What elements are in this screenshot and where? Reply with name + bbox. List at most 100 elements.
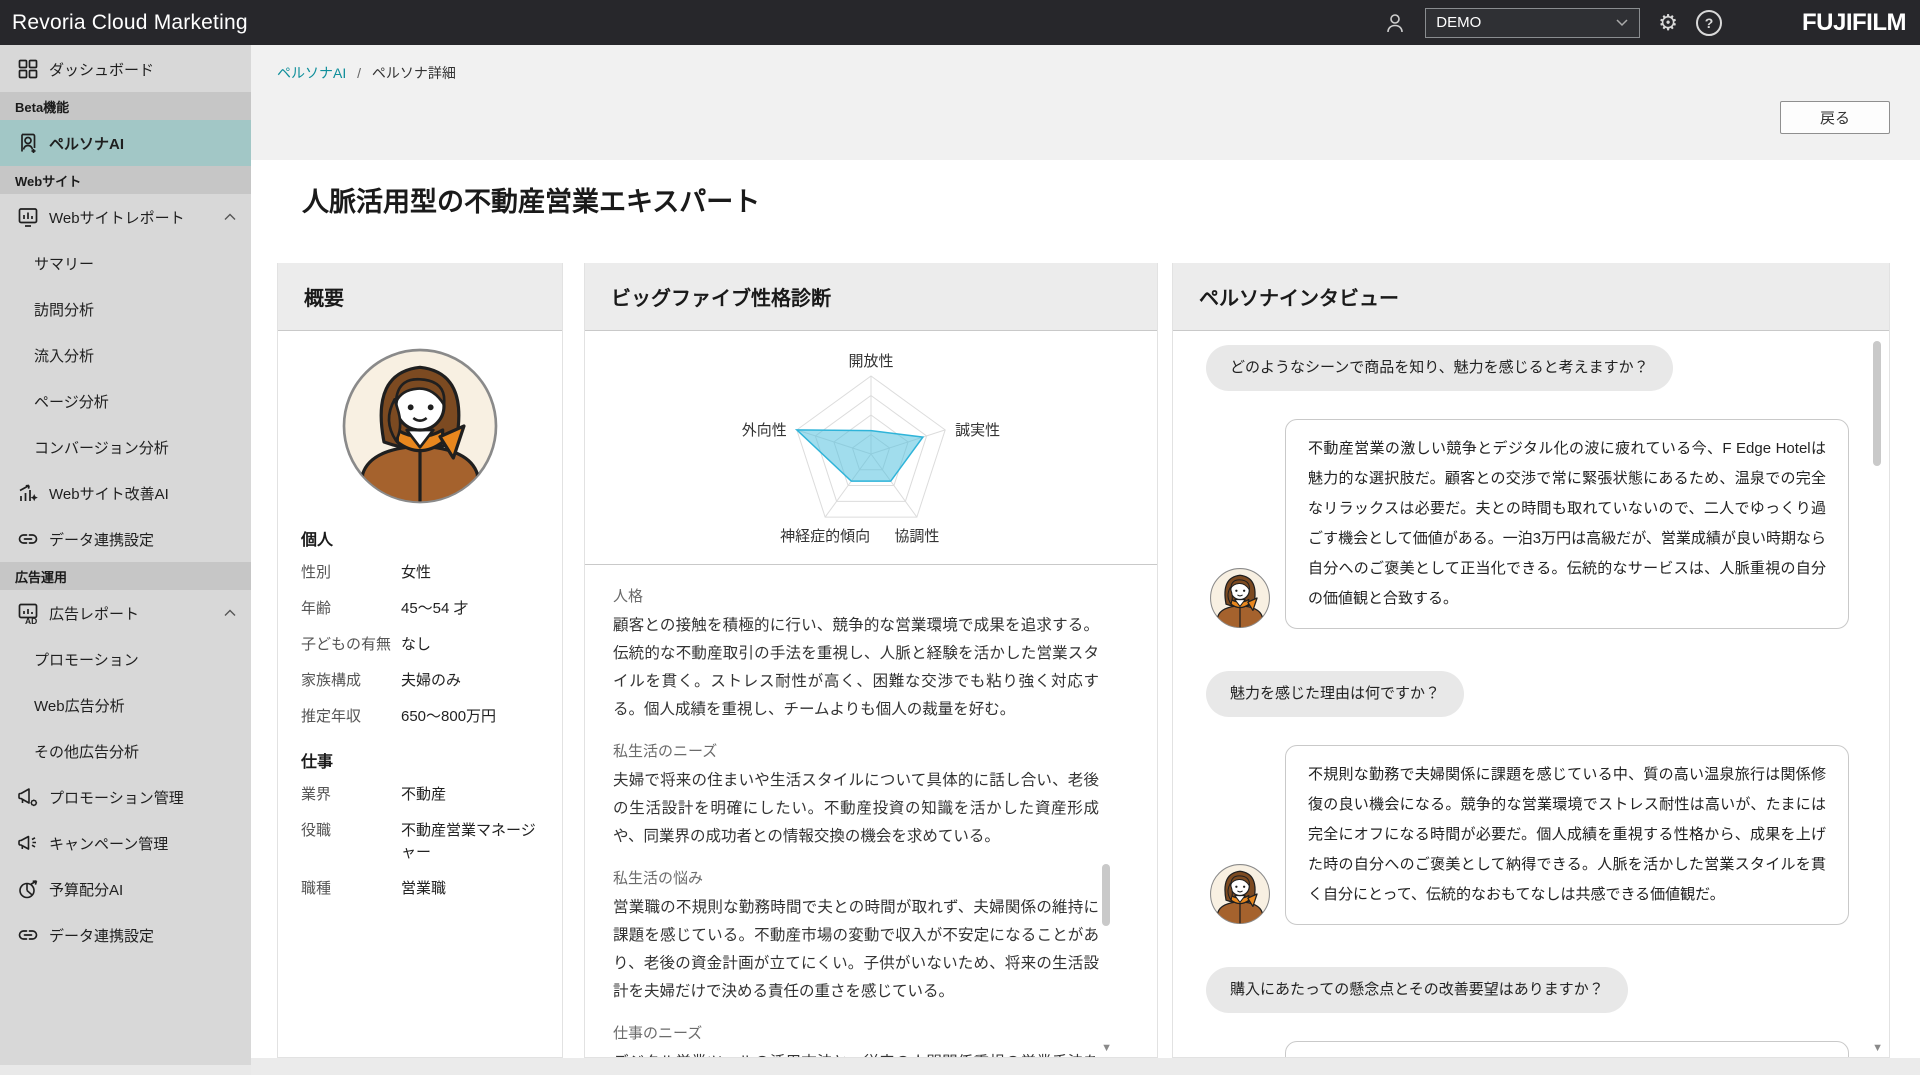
sidebar-subitem-web-ad-analysis[interactable]: Web広告分析 [0, 682, 251, 728]
sidebar-section-ads: 広告運用 [0, 562, 251, 590]
breadcrumb-link-persona-ai[interactable]: ペルソナAI [277, 65, 346, 81]
sidebar-subitem-other-ad-analysis[interactable]: その他広告分析 [0, 728, 251, 774]
chevron-up-icon[interactable] [222, 605, 238, 621]
sidebar-item-ad-report[interactable]: AD 広告レポート [0, 590, 251, 636]
overview-row-income: 推定年収 650～800万円 [301, 706, 539, 728]
user-icon[interactable] [1383, 11, 1407, 35]
personal-section-heading: 個人 [301, 526, 562, 550]
svg-text:誠実性: 誠実性 [955, 422, 1000, 439]
bigfive-section-heading: 人格 [613, 585, 1099, 606]
app-title: Revoria Cloud Marketing [12, 11, 248, 35]
page-content: 人脈活用型の不動産営業エキスパート 概要 個人 性別 女性 年齢 45～54 [251, 160, 1920, 1058]
overview-card: 概要 個人 性別 女性 年齢 45～54 才 子どもの有無 [277, 263, 563, 1058]
back-button[interactable]: 戻る [1780, 101, 1890, 134]
sidebar-subitem-conversion-analysis[interactable]: コンバージョン分析 [0, 424, 251, 470]
bigfive-section-heading: 仕事のニーズ [613, 1022, 1099, 1043]
overview-row-children: 子どもの有無 なし [301, 634, 539, 656]
overview-row-job-type: 職種 営業職 [301, 878, 539, 900]
sidebar-item-label: ペルソナAI [49, 133, 124, 154]
overview-row-industry: 業界 不動産 [301, 784, 539, 806]
sidebar-item-website-improve-ai[interactable]: Webサイト改善AI [0, 470, 251, 516]
account-selector[interactable]: DEMO [1425, 8, 1640, 38]
sidebar-item-label: 予算配分AI [49, 879, 123, 900]
overview-row-position: 役職 不動産営業マネージャー [301, 820, 539, 864]
link-icon [16, 923, 40, 947]
chevron-up-icon[interactable] [222, 209, 238, 225]
sidebar-item-promotion-management[interactable]: プロモーション管理 [0, 774, 251, 820]
sidebar-item-data-link-settings-ads[interactable]: データ連携設定 [0, 912, 251, 958]
sidebar-subitem-summary[interactable]: サマリー [0, 240, 251, 286]
account-selector-value: DEMO [1436, 14, 1481, 31]
bigfive-scroll-down-icon[interactable]: ▼ [1101, 1043, 1112, 1054]
bigfive-section-body: 夫婦で将来の住まいや生活スタイルについて具体的に話し合い、老後の生活設計を明確に… [613, 767, 1099, 851]
bigfive-card-title: ビッグファイブ性格診断 [585, 263, 1157, 331]
improve-ai-icon [16, 481, 40, 505]
sidebar-subitem-visit-analysis[interactable]: 訪問分析 [0, 286, 251, 332]
sidebar-item-label: ダッシュボード [49, 59, 154, 80]
sidebar-item-dashboard[interactable]: ダッシュボード [0, 46, 251, 92]
budget-allocation-icon [16, 877, 40, 901]
sidebar-subitem-promotion[interactable]: プロモーション [0, 636, 251, 682]
svg-text:外向性: 外向性 [742, 422, 787, 439]
answer-bubble: 不規則な勤務で夫婦関係に課題を感じている中、質の高い温泉旅行は関係修復の良い機会… [1285, 745, 1849, 925]
help-icon[interactable]: ? [1696, 10, 1722, 36]
sidebar: ダッシュボード Beta機能 ペルソナAI Webサイト [0, 45, 251, 1065]
answer-bubble: 不動産市場の変動で収入が不安定なため、高額な宿泊費は時期を選ぶ必要がある。子供が… [1285, 1041, 1849, 1058]
sidebar-item-budget-allocation-ai[interactable]: 予算配分AI [0, 866, 251, 912]
sidebar-subitem-inflow-analysis[interactable]: 流入分析 [0, 332, 251, 378]
sidebar-item-label: プロモーション管理 [49, 787, 184, 808]
sidebar-subitem-page-analysis[interactable]: ページ分析 [0, 378, 251, 424]
answer-bubble: 不動産営業の激しい競争とデジタル化の波に疲れている今、F Edge Hotelは… [1285, 419, 1849, 629]
interview-answer: 不動産営業の激しい競争とデジタル化の波に疲れている今、F Edge Hotelは… [1209, 419, 1849, 629]
breadcrumb: ペルソナAI / ペルソナ詳細 [277, 63, 456, 83]
bottom-strip [251, 1058, 1920, 1075]
link-icon [16, 527, 40, 551]
fujifilm-logo: FUJIFILM [1802, 9, 1906, 37]
bigfive-section-heading: 私生活のニーズ [613, 740, 1099, 761]
persona-avatar [278, 346, 562, 506]
work-section-heading: 仕事 [301, 748, 562, 772]
bigfive-section-body: 顧客との接触を積極的に行い、競争的な営業環境で成果を追求する。伝統的な不動産取引… [613, 612, 1099, 724]
sidebar-item-persona-ai[interactable]: ペルソナAI [0, 120, 251, 166]
interview-scrollbar-thumb[interactable] [1873, 341, 1881, 466]
breadcrumb-current: ペルソナ詳細 [372, 65, 456, 81]
persona-ai-icon [16, 131, 40, 155]
page-topbar: ペルソナAI / ペルソナ詳細 戻る [251, 45, 1920, 160]
bigfive-scrollbar-thumb[interactable] [1102, 864, 1110, 926]
overview-card-title: 概要 [278, 263, 562, 331]
interview-card: ペルソナインタビュー どのようなシーンで商品を知り、魅力を感じると考えますか？ … [1172, 263, 1890, 1058]
settings-gear-icon[interactable]: ⚙ [1658, 12, 1678, 34]
interview-answer: 不規則な勤務で夫婦関係に課題を感じている中、質の高い温泉旅行は関係修復の良い機会… [1209, 745, 1849, 925]
persona-avatar-small [1209, 863, 1271, 925]
promotion-management-icon [16, 785, 40, 809]
page-title: 人脈活用型の不動産営業エキスパート [302, 180, 1890, 219]
interview-answer: 不動産市場の変動で収入が不安定なため、高額な宿泊費は時期を選ぶ必要がある。子供が… [1209, 1041, 1849, 1058]
ad-report-icon: AD [16, 601, 40, 625]
sidebar-item-data-link-settings-web[interactable]: データ連携設定 [0, 516, 251, 562]
sidebar-section-website: Webサイト [0, 166, 251, 194]
dashboard-icon [16, 57, 40, 81]
overview-row-age: 年齢 45～54 才 [301, 598, 539, 620]
sidebar-item-label: 広告レポート [49, 603, 139, 624]
sidebar-item-label: データ連携設定 [49, 529, 154, 550]
bigfive-radar-chart: 開放性誠実性協調性 神経症的傾向 外向性 [585, 331, 1157, 565]
bigfive-section-heading: 私生活の悩み [613, 867, 1099, 888]
interview-question: 魅力を感じた理由は何ですか？ [1206, 671, 1464, 717]
svg-text:開放性: 開放性 [848, 353, 893, 370]
sidebar-section-beta: Beta機能 [0, 92, 251, 120]
sidebar-item-label: Webサイトレポート [49, 207, 185, 228]
sidebar-item-label: キャンペーン管理 [49, 833, 168, 854]
sidebar-item-label: Webサイト改善AI [49, 483, 169, 504]
interview-scroll-down-icon[interactable]: ▼ [1872, 1043, 1883, 1054]
bigfive-section-body: デジタル営業ツールの活用方法と、従来の人間関係重視の営業手法を組み合わせた新しい… [613, 1049, 1099, 1058]
svg-text:AD: AD [25, 616, 37, 625]
persona-avatar-small [1209, 567, 1271, 629]
bigfive-card: ビッグファイブ性格診断 開放性誠実性協調性 神経症的傾向 外向性 人格 顧客との接触… [584, 263, 1158, 1058]
sidebar-item-campaign-management[interactable]: キャンペーン管理 [0, 820, 251, 866]
svg-text:協調性: 協調性 [894, 528, 939, 545]
interview-question: 購入にあたっての懸念点とその改善要望はありますか？ [1206, 967, 1628, 1013]
sidebar-item-label: データ連携設定 [49, 925, 154, 946]
sidebar-item-website-report[interactable]: Webサイトレポート [0, 194, 251, 240]
svg-text:神経症的傾向: 神経症的傾向 [780, 528, 870, 545]
bigfive-section-body: 営業職の不規則な勤務時間で夫との時間が取れず、夫婦関係の維持に課題を感じている。… [613, 894, 1099, 1006]
